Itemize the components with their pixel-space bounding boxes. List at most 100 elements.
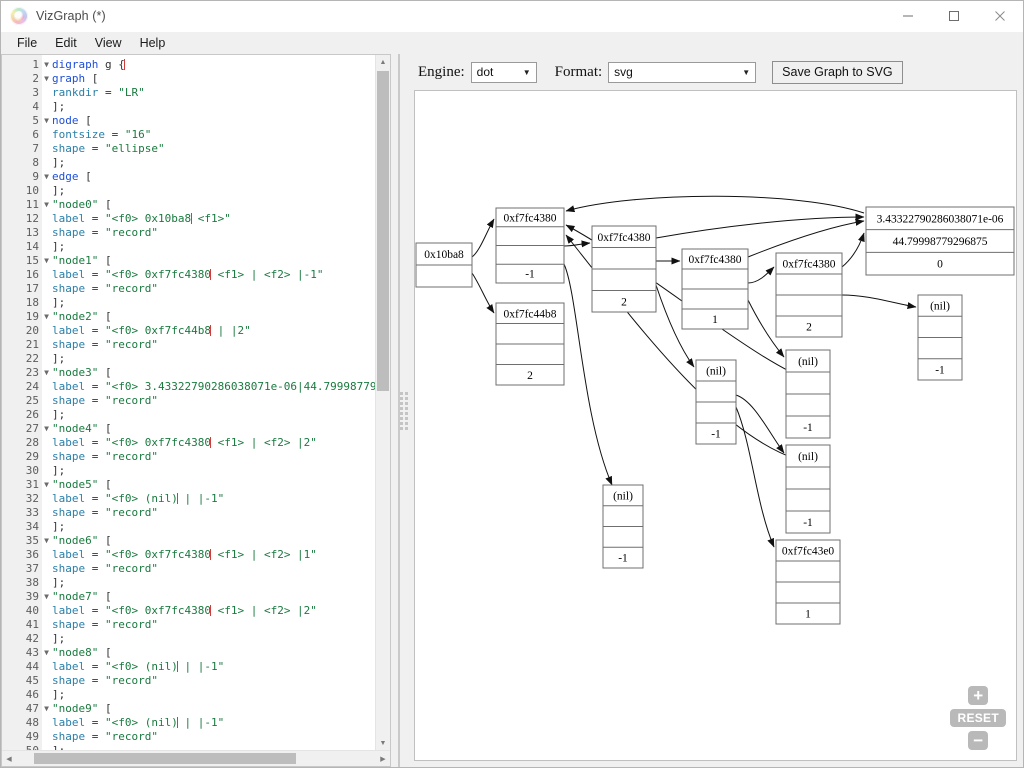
editor-main[interactable]: 1 ▼ 2 ▼ 3 4 5 ▼ 6 7 8 9 ▼ 10 11 ▼ 12 13 14 15 ▼ 16 17 18 19 ▼ 20 21…: [2, 55, 390, 750]
code-token: "16": [124, 128, 152, 141]
code-token: shape: [52, 394, 86, 407]
node-field-label: (nil): [613, 490, 633, 502]
code-token: "<f0> 0x10ba8: [105, 212, 192, 225]
zoom-in-button[interactable]: +: [968, 686, 989, 705]
line-number: 11 ▼: [25, 198, 49, 211]
scroll-right-icon[interactable]: ▶: [376, 751, 390, 766]
text-caret: [124, 59, 126, 70]
graph-node[interactable]: (nil) -1: [917, 294, 963, 381]
code-token: [: [78, 170, 92, 183]
scroll-up-icon[interactable]: ▲: [376, 55, 390, 69]
graph-node[interactable]: 0x10ba8: [415, 242, 473, 288]
splitter-grip[interactable]: [400, 391, 408, 430]
code-token: graph: [52, 72, 86, 85]
fold-toggle-icon[interactable]: ▼: [40, 703, 49, 715]
graph-node[interactable]: (nil) -1: [785, 349, 831, 439]
fold-toggle-icon[interactable]: ▼: [40, 423, 49, 435]
fold-toggle-icon[interactable]: ▼: [40, 591, 49, 603]
maximize-icon[interactable]: [931, 1, 977, 32]
line-number: 27 ▼: [25, 422, 49, 435]
graph-node[interactable]: (nil) -1: [785, 444, 831, 534]
zoom-reset-button[interactable]: RESET: [950, 709, 1006, 727]
graph-node[interactable]: 0xf7fc44b8 2: [495, 302, 565, 386]
node-field-label: 2: [527, 370, 533, 382]
graph-node[interactable]: 0xf7fc43e0 1: [775, 539, 841, 625]
code-token: ];: [52, 296, 66, 309]
fold-toggle-icon[interactable]: ▼: [40, 535, 49, 547]
graph-canvas[interactable]: 0x10ba8 0xf7fc4380 -1 0xf7fc44b8 2 0xf7fc4380…: [414, 90, 1017, 761]
code-token: =: [85, 730, 105, 743]
fold-toggle-icon[interactable]: ▼: [40, 59, 49, 71]
line-number: 3: [32, 86, 39, 99]
code-token: =: [98, 86, 119, 99]
graph-node[interactable]: 0xf7fc4380 -1: [495, 207, 565, 284]
graph-node[interactable]: 0xf7fc4380 2: [591, 225, 657, 313]
menu-view[interactable]: View: [87, 34, 130, 52]
graph-node[interactable]: 0xf7fc4380 2: [775, 252, 843, 338]
graph-node[interactable]: 3.43322790286038071e-06 44.79998779296875…: [865, 206, 1015, 276]
code-line: ];: [52, 408, 375, 422]
code-token: "<f0> 0xf7fc44b8: [105, 324, 211, 337]
pane-splitter[interactable]: [391, 54, 408, 767]
code-token: =: [85, 604, 105, 617]
code-token: =: [85, 660, 105, 673]
fold-toggle-icon[interactable]: ▼: [40, 73, 49, 85]
format-select[interactable]: svg ▼: [608, 61, 757, 83]
code-token: "node2": [52, 310, 99, 323]
code-token: shape: [52, 450, 86, 463]
code-token: shape: [52, 730, 86, 743]
code-token: label: [52, 380, 86, 393]
line-number: 2 ▼: [32, 72, 49, 85]
fold-toggle-icon[interactable]: ▼: [40, 171, 49, 183]
scroll-left-icon[interactable]: ◀: [2, 751, 16, 766]
menu-help[interactable]: Help: [132, 34, 174, 52]
close-icon[interactable]: [977, 1, 1023, 32]
line-number: 18: [25, 296, 39, 309]
save-graph-button[interactable]: Save Graph to SVG: [772, 60, 903, 84]
fold-toggle-icon[interactable]: ▼: [40, 255, 49, 267]
editor-vertical-scrollbar[interactable]: ▲ ▼: [375, 55, 390, 750]
code-token: shape: [52, 282, 86, 295]
fold-toggle-icon[interactable]: ▼: [40, 647, 49, 659]
fold-toggle-icon[interactable]: ▼: [40, 115, 49, 127]
editor-horizontal-scrollbar[interactable]: ◀ ▶: [2, 750, 390, 766]
code-line: "node9" [: [52, 702, 375, 716]
menu-edit[interactable]: Edit: [47, 34, 85, 52]
minimize-icon[interactable]: [885, 1, 931, 32]
graph-svg[interactable]: 0x10ba8 0xf7fc4380-1 0xf7fc44b82 0xf7fc4380…: [415, 91, 1017, 755]
code-token: [: [98, 310, 112, 323]
code-token: "node7": [52, 590, 99, 603]
code-token: ];: [52, 632, 66, 645]
horizontal-scroll-track[interactable]: [16, 751, 376, 766]
code-token: "record": [105, 282, 158, 295]
fold-toggle-icon[interactable]: ▼: [40, 367, 49, 379]
code-token: shape: [52, 674, 86, 687]
fold-toggle-icon[interactable]: ▼: [40, 199, 49, 211]
graph-edge: [841, 232, 865, 268]
code-token: <f1> | <f2> |2": [210, 604, 317, 617]
line-number: 21: [25, 338, 39, 351]
horizontal-scroll-thumb[interactable]: [34, 753, 296, 764]
zoom-out-button[interactable]: −: [968, 731, 989, 750]
scroll-down-icon[interactable]: ▼: [376, 736, 390, 750]
fold-toggle-icon[interactable]: ▼: [40, 311, 49, 323]
node-field-label: 1: [712, 314, 718, 326]
code-token: <f1> | <f2> |-1": [210, 268, 324, 281]
line-number: 37: [25, 562, 39, 575]
code-text-area[interactable]: digraph g {graph [rankdir = "LR"]; node […: [42, 55, 375, 750]
code-token: rankdir: [52, 86, 99, 99]
node-field-label: 0xf7fc43e0: [782, 546, 835, 558]
engine-label: Engine:: [418, 63, 465, 80]
graph-node[interactable]: (nil) -1: [695, 359, 737, 445]
graph-edge: [563, 240, 591, 248]
dot-source-editor[interactable]: 1 ▼ 2 ▼ 3 4 5 ▼ 6 7 8 9 ▼ 10 11 ▼ 12 13 14 15 ▼ 16 17 18 19 ▼ 20 21…: [1, 54, 391, 767]
engine-select[interactable]: dot ▼: [470, 61, 537, 83]
graph-node[interactable]: (nil) -1: [602, 484, 644, 569]
fold-toggle-icon[interactable]: ▼: [40, 479, 49, 491]
menu-file[interactable]: File: [9, 34, 45, 52]
graph-node[interactable]: 0xf7fc4380 1: [681, 248, 749, 330]
vertical-scroll-thumb[interactable]: [377, 71, 389, 391]
code-token: label: [52, 716, 86, 729]
line-number: 9 ▼: [32, 170, 49, 183]
code-token: "record": [105, 618, 158, 631]
